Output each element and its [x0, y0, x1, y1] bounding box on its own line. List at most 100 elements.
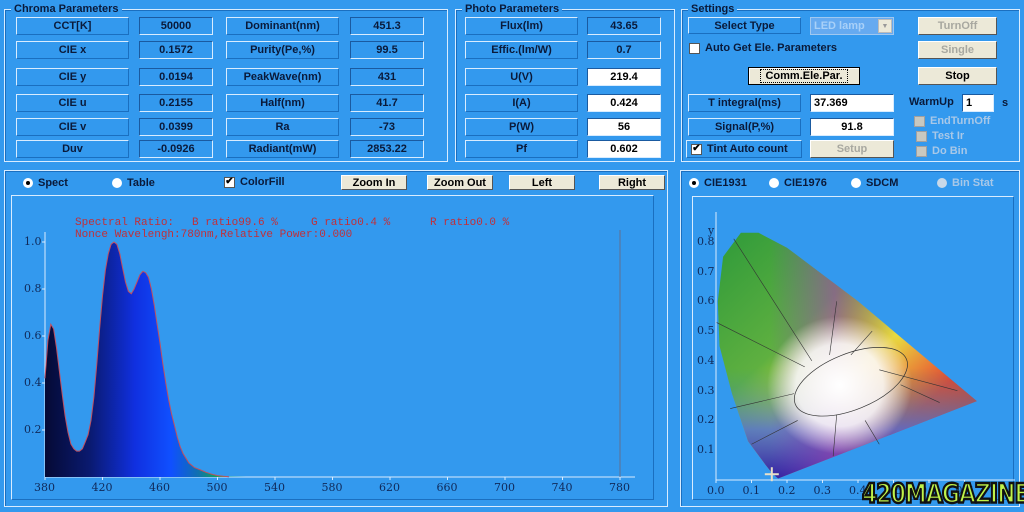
- y-tick-label: 0.5: [697, 324, 715, 338]
- radio-selected-icon[interactable]: [23, 178, 33, 188]
- cie1931-label: CIE1931: [704, 177, 747, 189]
- tint-auto-count-box: ✔ Tint Auto count: [686, 140, 802, 158]
- x-tick-label: 460: [149, 481, 170, 494]
- signal-label: Signal(P,%): [688, 118, 801, 136]
- b-ratio: B ratio99.6 %: [192, 217, 278, 229]
- x-tick-label: 380: [34, 481, 55, 494]
- spect-radio[interactable]: Spect: [23, 177, 68, 189]
- x-tick-label: 0.2: [778, 484, 796, 497]
- y-tick-label: 0.6: [24, 329, 42, 342]
- chroma-label: Duv: [16, 140, 129, 158]
- y-tick-label: 0.6: [697, 294, 715, 308]
- checkmark-icon[interactable]: ✔: [224, 176, 235, 188]
- chroma-label: CIE x: [16, 41, 129, 59]
- endturnoff-checkbox[interactable]: EndTurnOff: [914, 115, 990, 127]
- comm-ele-par-button[interactable]: Comm.Ele.Par.: [748, 67, 860, 85]
- y-tick-label: 0.1: [697, 443, 715, 457]
- do-bin-checkbox[interactable]: Do Bin: [916, 145, 967, 157]
- x-tick-label: 780: [609, 481, 630, 494]
- chroma-value: 2853.22: [350, 140, 424, 158]
- x-tick-label: 580: [321, 481, 343, 494]
- photo-parameters-title: Photo Parameters: [462, 3, 563, 15]
- photo-value[interactable]: 0.424: [587, 94, 661, 112]
- chevron-down-icon[interactable]: ▼: [878, 19, 892, 33]
- photo-label: I(A): [465, 94, 578, 112]
- select-type-value: LED lamp: [814, 20, 865, 32]
- checkmark-icon[interactable]: ✔: [691, 143, 702, 155]
- cie1976-label: CIE1976: [784, 177, 827, 189]
- photo-value: 0.7: [587, 41, 661, 59]
- sdcm-label: SDCM: [866, 177, 899, 189]
- cie1976-radio[interactable]: CIE1976: [769, 177, 827, 189]
- tint-auto-count-checkbox[interactable]: ✔ Tint Auto count: [691, 143, 788, 155]
- sdcm-radio[interactable]: SDCM: [851, 177, 898, 189]
- auto-get-ele-parameters-checkbox[interactable]: Auto Get Ele. Parameters: [689, 42, 837, 54]
- radio-empty-icon[interactable]: [112, 178, 122, 188]
- right-button[interactable]: Right: [599, 175, 665, 190]
- photo-value[interactable]: 219.4: [587, 68, 661, 86]
- comm-ele-par-label: Comm.Ele.Par.: [760, 69, 848, 83]
- left-button[interactable]: Left: [509, 175, 575, 190]
- x-tick-label: 0.0: [707, 484, 725, 497]
- nonce-wavelength: Nonce Wavelengh:780nm,Relative Power:0.0…: [75, 229, 353, 241]
- single-button[interactable]: Single: [918, 41, 997, 59]
- y-tick-label: 0.8: [24, 282, 42, 295]
- table-radio[interactable]: Table: [112, 177, 155, 189]
- warmup-input[interactable]: 1: [962, 94, 994, 112]
- chroma-value: 0.0399: [139, 118, 213, 136]
- chroma-value: 451.3: [350, 17, 424, 35]
- x-tick-label: 0.1: [742, 484, 761, 497]
- turnoff-button[interactable]: TurnOff: [918, 17, 997, 35]
- chroma-label: CIE u: [16, 94, 129, 112]
- x-tick-label: 500: [206, 481, 228, 494]
- chroma-value: 0.1572: [139, 41, 213, 59]
- radio-disabled-icon[interactable]: [937, 178, 947, 188]
- x-tick-label: 0.3: [813, 484, 832, 497]
- table-label: Table: [127, 177, 155, 189]
- x-tick-label: 420: [91, 481, 113, 494]
- photo-label: Effic.(lm/W): [465, 41, 578, 59]
- warmup-unit: s: [1002, 97, 1009, 109]
- zoom-out-button[interactable]: Zoom Out: [427, 175, 493, 190]
- checkbox-box[interactable]: [916, 130, 927, 142]
- y-tick-label: 0.4: [697, 353, 715, 367]
- t-integral-input[interactable]: 37.369: [810, 94, 894, 112]
- y-tick-label: 0.2: [697, 413, 715, 427]
- y-tick-label: 0.7: [697, 264, 715, 278]
- bin-stat-radio[interactable]: Bin Stat: [937, 177, 994, 189]
- zoom-in-button[interactable]: Zoom In: [341, 175, 407, 190]
- chroma-label: CIE y: [16, 68, 129, 86]
- y-axis-label: y: [708, 224, 715, 237]
- radio-empty-icon[interactable]: [851, 178, 861, 188]
- endturnoff-label: EndTurnOff: [930, 115, 991, 127]
- chroma-value: -73: [350, 118, 424, 136]
- select-type-dropdown[interactable]: LED lamp ▼: [810, 17, 894, 35]
- warmup-label: WarmUp: [909, 96, 954, 108]
- chroma-value: 41.7: [350, 94, 424, 112]
- photo-value[interactable]: 0.602: [587, 140, 661, 158]
- spect-label: Spect: [38, 177, 68, 189]
- checkbox-box[interactable]: [916, 145, 927, 157]
- chroma-value: 431: [350, 68, 424, 86]
- photo-value[interactable]: 56: [587, 118, 661, 136]
- chroma-label: CIE v: [16, 118, 129, 136]
- checkbox-box[interactable]: [914, 115, 925, 127]
- x-tick-label: 660: [436, 481, 458, 494]
- signal-value: 91.8: [810, 118, 894, 136]
- test-ir-checkbox[interactable]: Test Ir: [916, 130, 964, 142]
- tint-auto-count-label: Tint Auto count: [707, 143, 788, 155]
- colorfill-checkbox[interactable]: ✔ ColorFill: [224, 176, 285, 188]
- setup-button[interactable]: Setup: [810, 140, 894, 158]
- colorfill-label: ColorFill: [240, 176, 285, 188]
- chroma-label: Dominant(nm): [226, 17, 339, 35]
- radio-selected-icon[interactable]: [689, 178, 699, 188]
- chroma-label: Half(nm): [226, 94, 339, 112]
- radio-empty-icon[interactable]: [769, 178, 779, 188]
- stop-button[interactable]: Stop: [918, 67, 997, 85]
- cie1931-radio[interactable]: CIE1931: [689, 177, 747, 189]
- chroma-value: -0.0926: [139, 140, 213, 158]
- y-tick-label: 0.4: [24, 376, 42, 389]
- checkbox-box[interactable]: [689, 42, 700, 54]
- t-integral-label: T integral(ms): [688, 94, 801, 112]
- chroma-label: Ra: [226, 118, 339, 136]
